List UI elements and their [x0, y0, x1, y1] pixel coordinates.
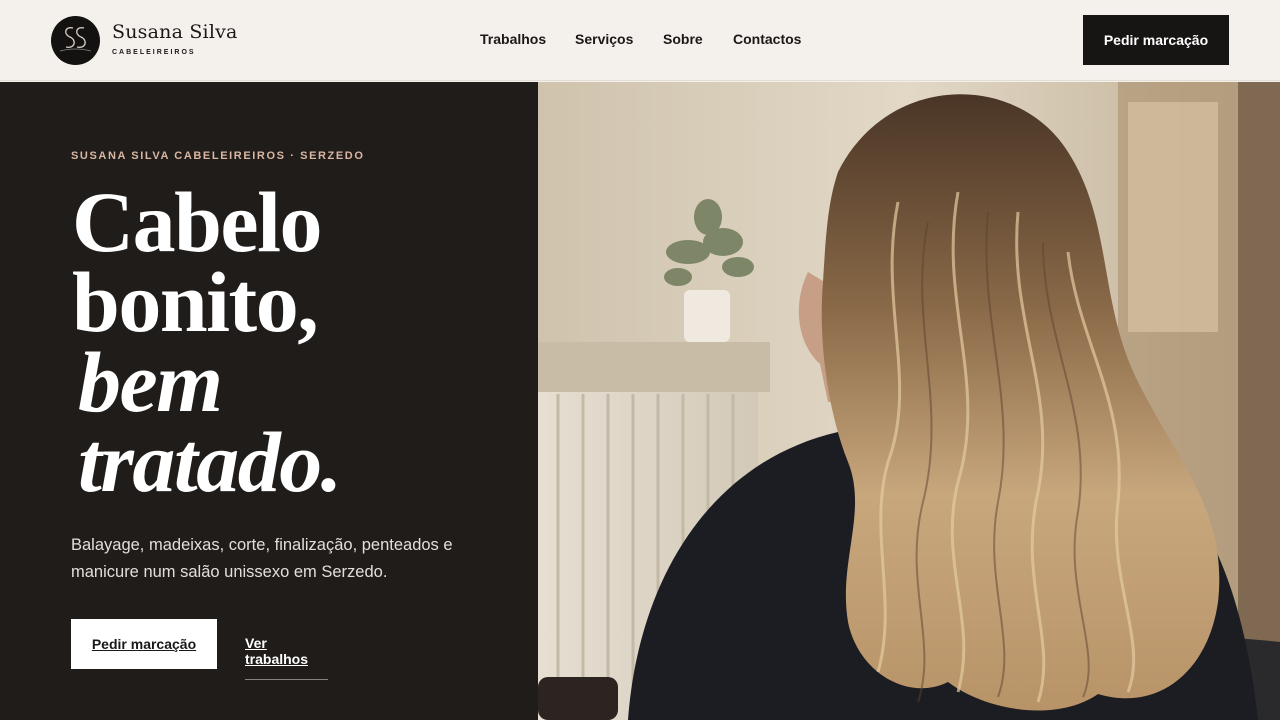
view-work-link[interactable]: Ver trabalhos: [245, 635, 328, 680]
nav-link-sobre[interactable]: Sobre: [663, 31, 703, 47]
hero-booking-button[interactable]: Pedir marcação: [71, 619, 217, 669]
headline-line-4: tratado.: [78, 414, 342, 510]
nav-link-servicos[interactable]: Serviços: [575, 31, 633, 47]
header-booking-button[interactable]: Pedir marcação: [1083, 15, 1229, 65]
headline-line-3: bem: [78, 334, 223, 430]
headline-line-1: Cabelo: [72, 174, 322, 270]
site-header: Susana Silva CABELEIREIROS Trabalhos Ser…: [0, 0, 1280, 81]
nav-link-trabalhos[interactable]: Trabalhos: [480, 31, 546, 47]
brand-subtitle: CABELEIREIROS: [112, 49, 196, 56]
hero-description: Balayage, madeixas, corte, finalização, …: [71, 536, 453, 581]
brand-logo[interactable]: [51, 16, 100, 65]
nav-link-contactos[interactable]: Contactos: [733, 31, 801, 47]
hero-text-panel: SUSANA SILVA CABELEIREIROS · SERZEDO Cab…: [0, 82, 538, 720]
hair-model-photo-icon: [538, 82, 1280, 720]
hero-eyebrow: SUSANA SILVA CABELEIREIROS · SERZEDO: [71, 150, 365, 162]
hero-headline: Cabelo bonito, bem tratado.: [72, 174, 342, 510]
logo-monogram-icon: [59, 26, 92, 52]
headline-line-2: bonito,: [72, 254, 319, 350]
brand-name[interactable]: Susana Silva: [112, 21, 238, 43]
hero-photo: [538, 82, 1280, 720]
